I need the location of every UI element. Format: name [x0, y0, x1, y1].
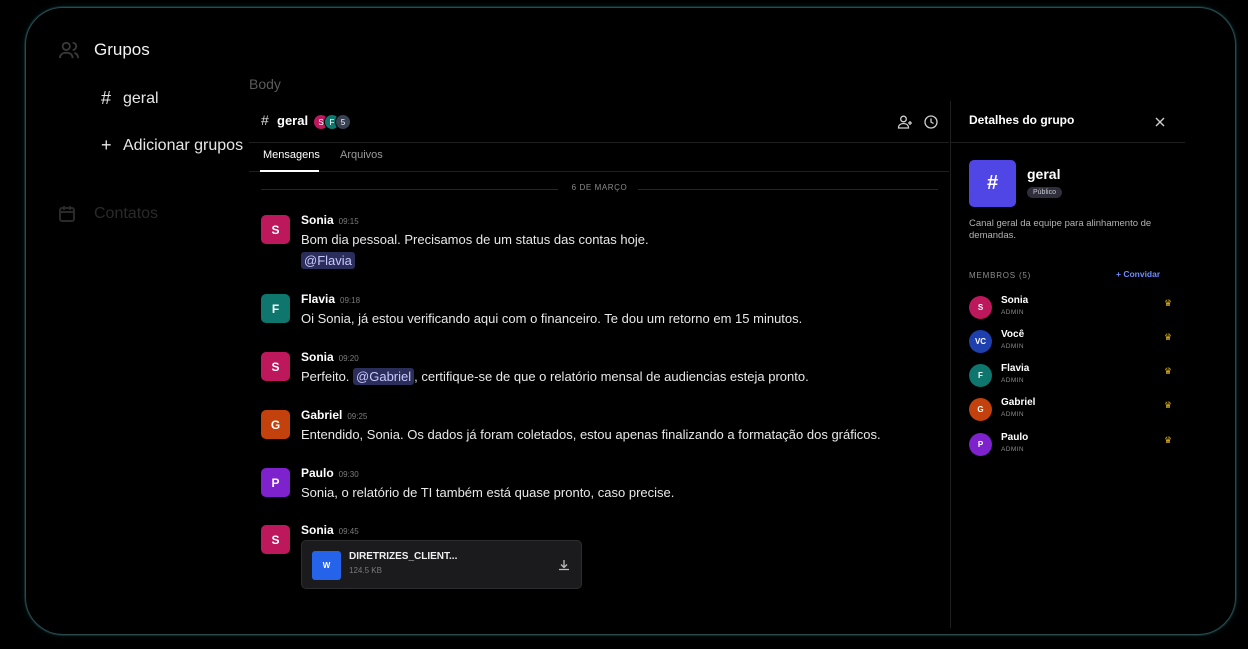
- member-role: ADMIN: [1001, 309, 1024, 316]
- avatar[interactable]: F: [261, 294, 290, 323]
- members-label: MEMBROS (5): [969, 271, 1032, 280]
- avatar[interactable]: S: [261, 215, 290, 244]
- tab-mensagens[interactable]: Mensagens: [263, 149, 320, 161]
- add-member-icon[interactable]: [897, 114, 913, 130]
- member-name: Gabriel: [1001, 397, 1036, 408]
- chat-header: # geral S F 5: [249, 101, 949, 143]
- author-name[interactable]: Sonia: [301, 213, 334, 227]
- member-name: Paulo: [1001, 432, 1029, 443]
- message-time: 09:25: [347, 412, 368, 421]
- group-name: geral: [1027, 166, 1061, 182]
- file-name: DIRETRIZES_CLIENT...: [349, 551, 458, 562]
- group-details-panel: Detalhes do grupo # geral Público Canal …: [950, 101, 1185, 628]
- member-item[interactable]: F Flavia ADMIN ♛: [969, 362, 1179, 390]
- message-text-part: , certifique-se de que o relatório mensa…: [414, 369, 809, 384]
- member-avatar-stack[interactable]: S F 5: [313, 114, 351, 130]
- visibility-badge: Público: [1027, 187, 1062, 198]
- message-time: 09:30: [338, 470, 359, 479]
- member-item[interactable]: VC Você ADMIN ♛: [969, 328, 1179, 356]
- sidebar-item-geral[interactable]: # geral: [101, 88, 159, 109]
- message-time: 09:15: [338, 217, 359, 226]
- sidebar-item-contacts[interactable]: Contatos: [58, 205, 158, 223]
- date-divider: 6 DE MARÇO: [261, 183, 938, 195]
- message-time: 09:20: [338, 354, 359, 363]
- member-role: ADMIN: [1001, 411, 1024, 418]
- file-size: 124.5 KB: [349, 566, 382, 575]
- member-item[interactable]: S Sonia ADMIN ♛: [969, 294, 1179, 322]
- invite-button[interactable]: + Convidar: [1116, 269, 1160, 279]
- avatar: VC: [969, 330, 992, 353]
- active-tab-indicator: [260, 170, 319, 172]
- author-name[interactable]: Sonia: [301, 523, 334, 537]
- crown-icon: ♛: [1164, 366, 1173, 376]
- chat-tabs: Mensagens Arquivos: [249, 143, 949, 172]
- panel-header: Detalhes do grupo: [951, 101, 1185, 143]
- sidebar-item-label: geral: [123, 89, 159, 107]
- message-text-part: Perfeito.: [301, 369, 354, 384]
- crown-icon: ♛: [1164, 400, 1173, 410]
- avatar[interactable]: S: [261, 525, 290, 554]
- history-icon[interactable]: [923, 114, 939, 130]
- author-name[interactable]: Sonia: [301, 350, 334, 364]
- channel-title: geral: [277, 113, 309, 128]
- date-label: 6 DE MARÇO: [571, 183, 628, 192]
- hash-icon: #: [101, 88, 112, 108]
- member-item[interactable]: P Paulo ADMIN ♛: [969, 431, 1179, 459]
- message-text: Entendido, Sonia. Os dados já foram cole…: [301, 427, 881, 442]
- tab-arquivos[interactable]: Arquivos: [340, 149, 383, 161]
- users-icon: [59, 41, 79, 59]
- member-item[interactable]: G Gabriel ADMIN ♛: [969, 396, 1179, 424]
- member-name: Você: [1001, 329, 1025, 340]
- avatar: G: [969, 398, 992, 421]
- member-role: ADMIN: [1001, 377, 1024, 384]
- avatar: S: [969, 296, 992, 319]
- member-name: Flavia: [1001, 363, 1030, 374]
- member-role: ADMIN: [1001, 446, 1024, 453]
- group-description: Canal geral da equipe para alinhamento d…: [969, 218, 1152, 241]
- word-doc-icon: W: [312, 551, 341, 580]
- author-name[interactable]: Paulo: [301, 466, 334, 480]
- group-icon: #: [969, 160, 1016, 207]
- avatar: P: [969, 433, 992, 456]
- mention[interactable]: @Flavia: [301, 252, 355, 269]
- crown-icon: ♛: [1164, 298, 1173, 308]
- avatar[interactable]: P: [261, 468, 290, 497]
- message-text: Oi Sonia, já estou verificando aqui com …: [301, 311, 803, 326]
- message-text: Perfeito. @Gabriel, certifique-se de que…: [301, 368, 809, 385]
- member-role: ADMIN: [1001, 343, 1024, 350]
- calendar-icon: [59, 206, 75, 222]
- message-text: Bom dia pessoal. Precisamos de um status…: [301, 232, 649, 247]
- sidebar-item-add-group[interactable]: + Adicionar grupos: [101, 135, 243, 156]
- hash-icon: #: [261, 112, 269, 128]
- close-icon[interactable]: [1153, 115, 1167, 129]
- author-name[interactable]: Flavia: [301, 292, 335, 306]
- avatar[interactable]: S: [261, 352, 290, 381]
- message-time: 09:18: [340, 296, 361, 305]
- plus-icon: +: [101, 135, 112, 155]
- message-time: 09:45: [338, 527, 359, 536]
- crown-icon: ♛: [1164, 435, 1173, 445]
- avatar: 5: [335, 114, 351, 130]
- crown-icon: ♛: [1164, 332, 1173, 342]
- member-name: Sonia: [1001, 295, 1029, 306]
- avatar: F: [969, 364, 992, 387]
- sidebar-title: Grupos: [94, 40, 150, 59]
- panel-title: Detalhes do grupo: [969, 113, 1075, 127]
- body-label: Body: [249, 76, 281, 92]
- avatar[interactable]: G: [261, 410, 290, 439]
- sidebar-item-label: Contatos: [94, 205, 159, 222]
- file-attachment[interactable]: W DIRETRIZES_CLIENT... 124.5 KB: [301, 540, 582, 589]
- sidebar-item-label: Adicionar grupos: [123, 136, 244, 154]
- message-text: Sonia, o relatório de TI também está qua…: [301, 485, 675, 500]
- mention[interactable]: @Gabriel: [353, 368, 415, 385]
- author-name[interactable]: Gabriel: [301, 408, 342, 422]
- download-icon[interactable]: [557, 558, 571, 572]
